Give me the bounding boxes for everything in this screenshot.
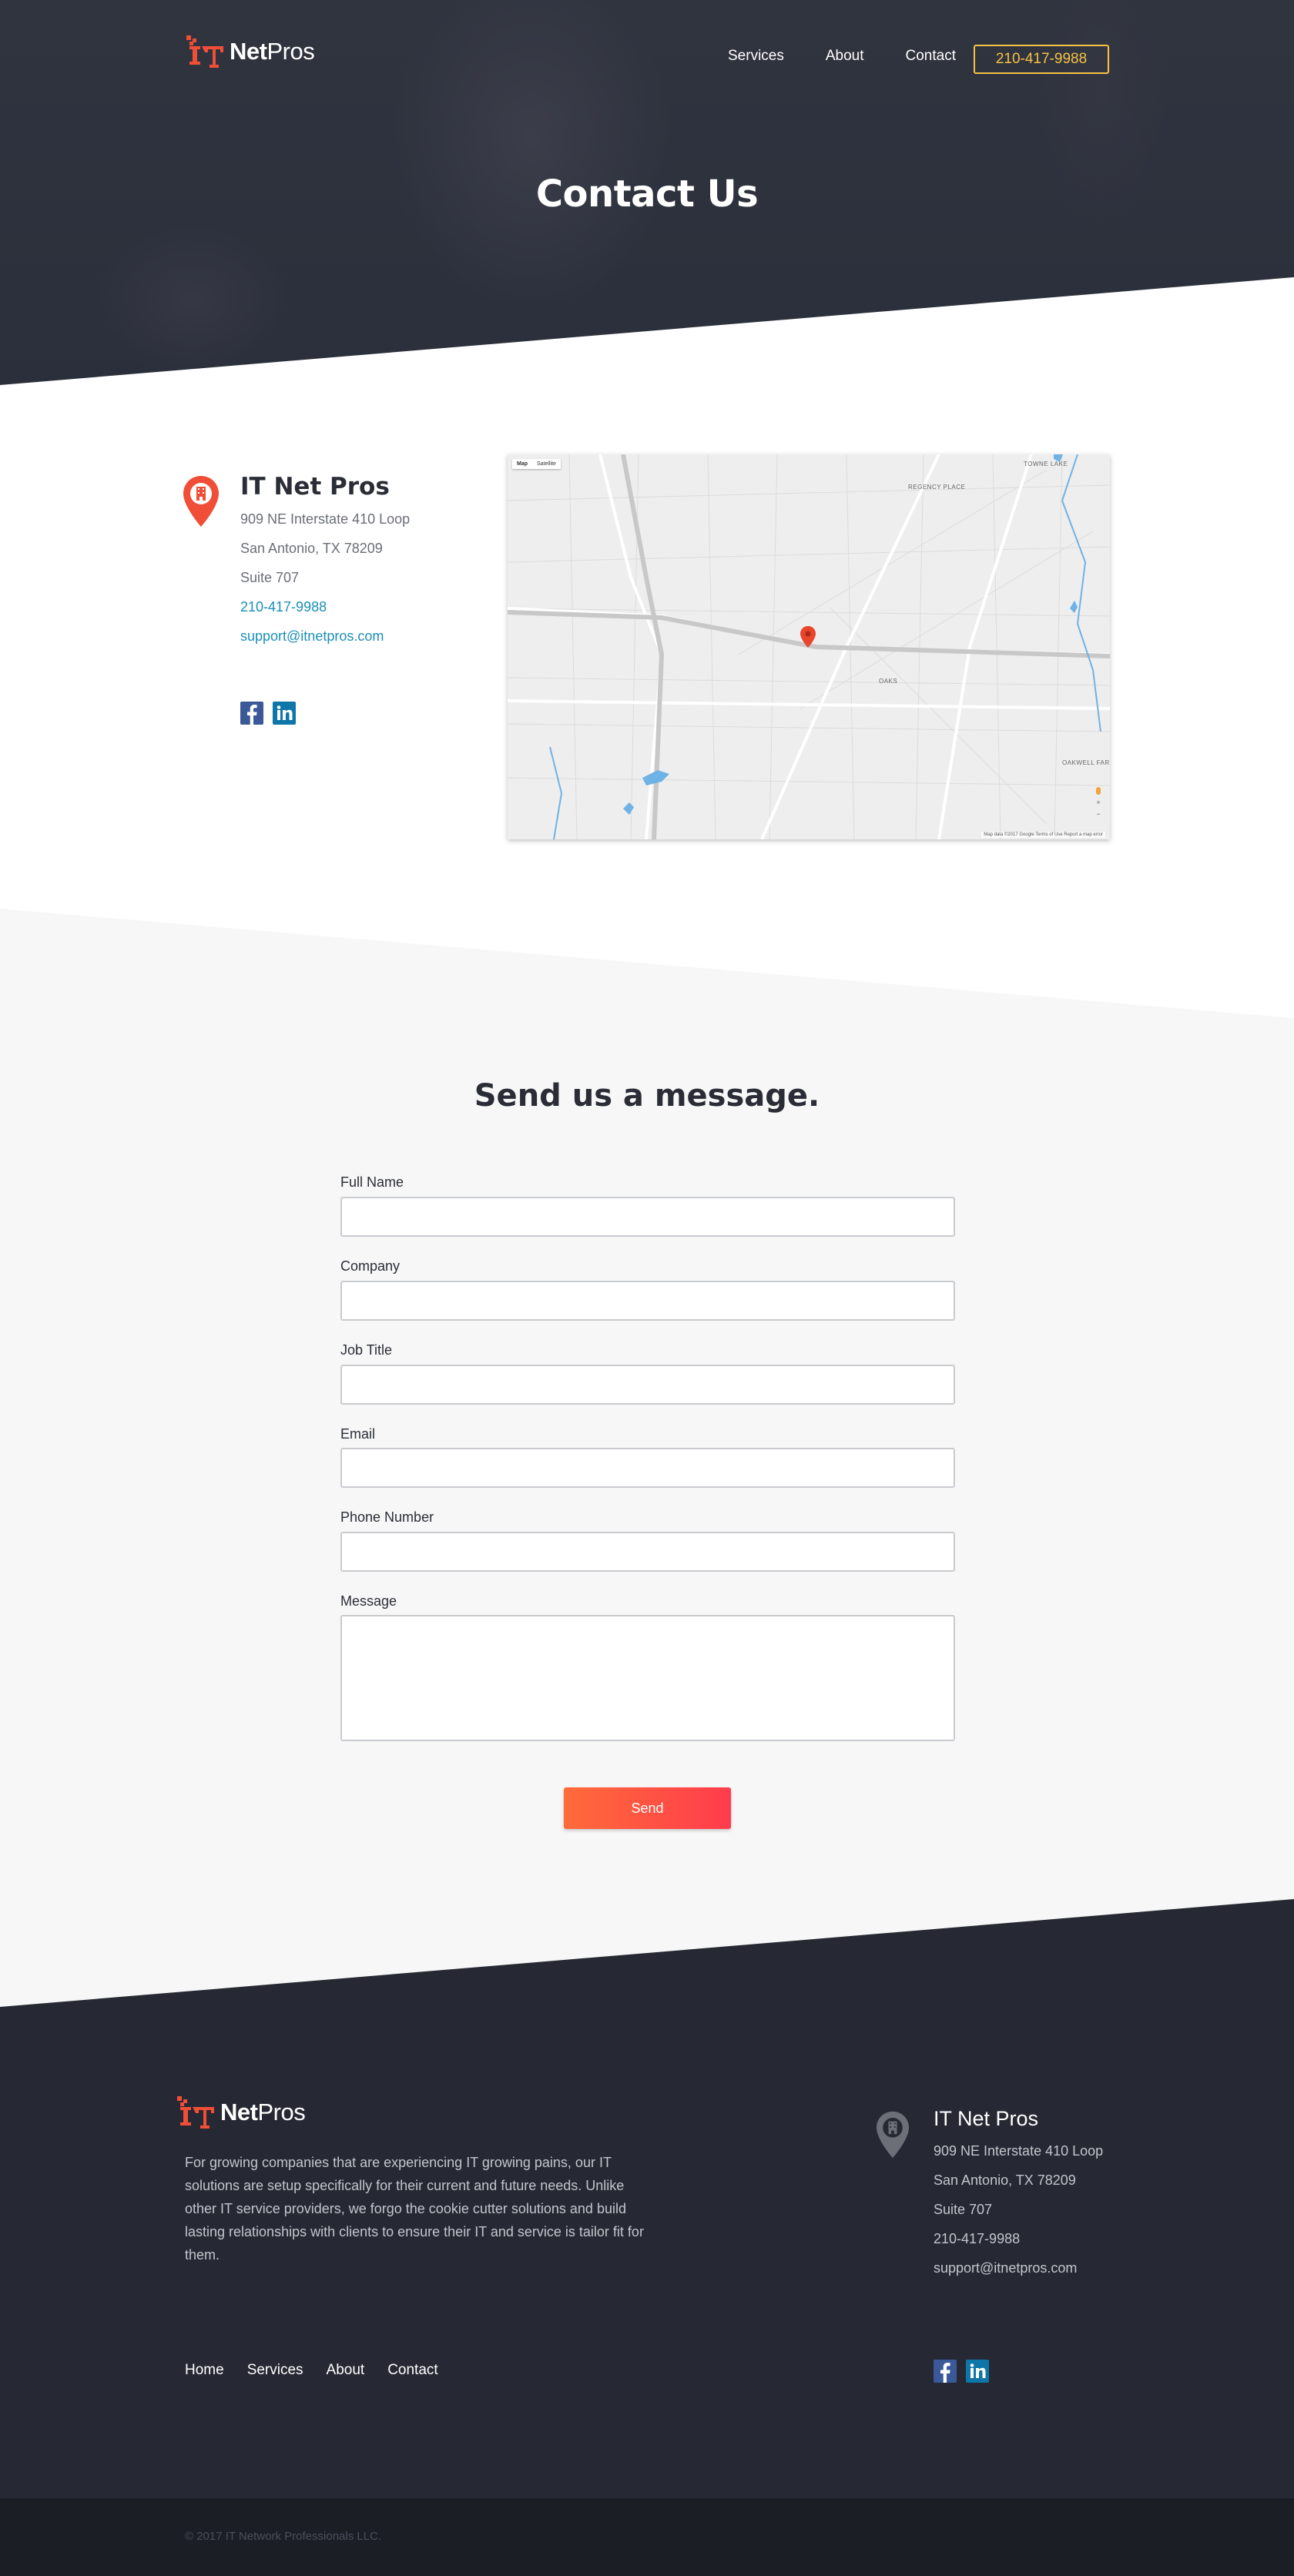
- footer-link-services[interactable]: Services: [247, 2362, 303, 2379]
- contact-company-name: IT Net Pros: [240, 473, 390, 501]
- job-title-input[interactable]: [340, 1365, 955, 1405]
- form-heading: Send us a message.: [474, 1078, 820, 1114]
- contact-address-line1: 909 NE Interstate 410 Loop: [240, 511, 411, 527]
- footer-logo-text-bold: Net: [220, 2099, 258, 2125]
- nav-link-services[interactable]: Services: [728, 48, 784, 65]
- footer-it-logo-icon: [177, 2096, 214, 2129]
- it-logo-icon: [186, 35, 223, 68]
- contact-suite: Suite 707: [240, 570, 300, 585]
- footer-company-name: IT Net Pros: [934, 2107, 1039, 2130]
- zoom-in-icon[interactable]: +: [1096, 799, 1100, 806]
- job-title-label: Job Title: [340, 1342, 393, 1358]
- message-textarea[interactable]: [340, 1615, 955, 1741]
- footer-social-links: [934, 2360, 989, 2383]
- phone-number-input[interactable]: [340, 1532, 955, 1572]
- footer-link-about[interactable]: About: [327, 2362, 365, 2379]
- footer-about-text: For growing companies that are experienc…: [185, 2155, 644, 2263]
- phone-number-label: Phone Number: [340, 1509, 434, 1525]
- footer-address-line2: San Antonio, TX 78209: [934, 2172, 1076, 2188]
- map-type-tabs: Map Satellite: [512, 459, 561, 469]
- company-label: Company: [340, 1258, 401, 1274]
- contact-address-line2: San Antonio, TX 78209: [240, 541, 383, 556]
- footer-link-contact[interactable]: Contact: [387, 2362, 437, 2379]
- pegman-icon[interactable]: [1096, 787, 1101, 795]
- footer-address-line1: 909 NE Interstate 410 Loop: [934, 2143, 1104, 2159]
- footer-nav: Home Services About Contact: [185, 2362, 438, 2379]
- map-label-oakwell: OAKWELL FAR: [1062, 759, 1110, 766]
- map-label-towne-lake: TOWNE LAKE: [1024, 461, 1068, 467]
- location-map[interactable]: Map Satellite TOWNE LAKE REGENCY PLACE O…: [508, 454, 1110, 839]
- contact-social-links: [240, 702, 296, 725]
- footer-location-pin-icon: [876, 2111, 910, 2159]
- footer-logo[interactable]: NetPros: [176, 2095, 306, 2130]
- map-label-oaks: OAKS: [879, 678, 898, 685]
- footer-phone[interactable]: 210-417-9988: [934, 2231, 1020, 2247]
- location-pin-icon: [183, 476, 219, 527]
- email-label: Email: [340, 1426, 376, 1442]
- header-phone-button[interactable]: 210-417-9988: [974, 45, 1109, 74]
- footer-linkedin-icon[interactable]: [966, 2360, 989, 2383]
- footer-logo-text-light: Pros: [257, 2099, 306, 2125]
- send-button[interactable]: Send: [564, 1787, 731, 1829]
- footer-facebook-icon[interactable]: [934, 2360, 957, 2383]
- page-title: Contact Us: [535, 173, 759, 216]
- map-attribution: Map data ©2017 Google Terms of Use Repor…: [981, 832, 1105, 838]
- map-tab-satellite[interactable]: Satellite: [532, 459, 561, 469]
- contact-phone-link[interactable]: 210-417-9988: [240, 599, 327, 615]
- full-name-input[interactable]: [340, 1197, 955, 1237]
- map-zoom-controls: + −: [1093, 787, 1104, 818]
- zoom-out-icon[interactable]: −: [1096, 810, 1100, 818]
- header-logo[interactable]: NetPros: [185, 34, 315, 69]
- facebook-icon[interactable]: [240, 702, 263, 725]
- company-input[interactable]: [340, 1281, 955, 1321]
- copyright-text: © 2017 IT Network Professionals LLC.: [185, 2530, 382, 2543]
- footer-suite: Suite 707: [934, 2202, 993, 2217]
- logo-text-bold: Net: [230, 38, 267, 65]
- map-marker-icon[interactable]: [800, 625, 816, 648]
- message-label: Message: [340, 1593, 397, 1609]
- logo-text-light: Pros: [267, 38, 315, 65]
- nav-link-about[interactable]: About: [826, 48, 864, 65]
- email-input[interactable]: [340, 1448, 955, 1488]
- full-name-label: Full Name: [340, 1174, 404, 1190]
- footer-link-home[interactable]: Home: [185, 2362, 224, 2379]
- nav-link-contact[interactable]: Contact: [906, 48, 956, 65]
- map-label-regency-place: REGENCY PLACE: [908, 484, 966, 491]
- footer-email[interactable]: support@itnetpros.com: [934, 2260, 1077, 2276]
- map-tab-map[interactable]: Map: [512, 459, 532, 469]
- contact-email-link[interactable]: support@itnetpros.com: [240, 628, 384, 645]
- linkedin-icon[interactable]: [273, 702, 296, 725]
